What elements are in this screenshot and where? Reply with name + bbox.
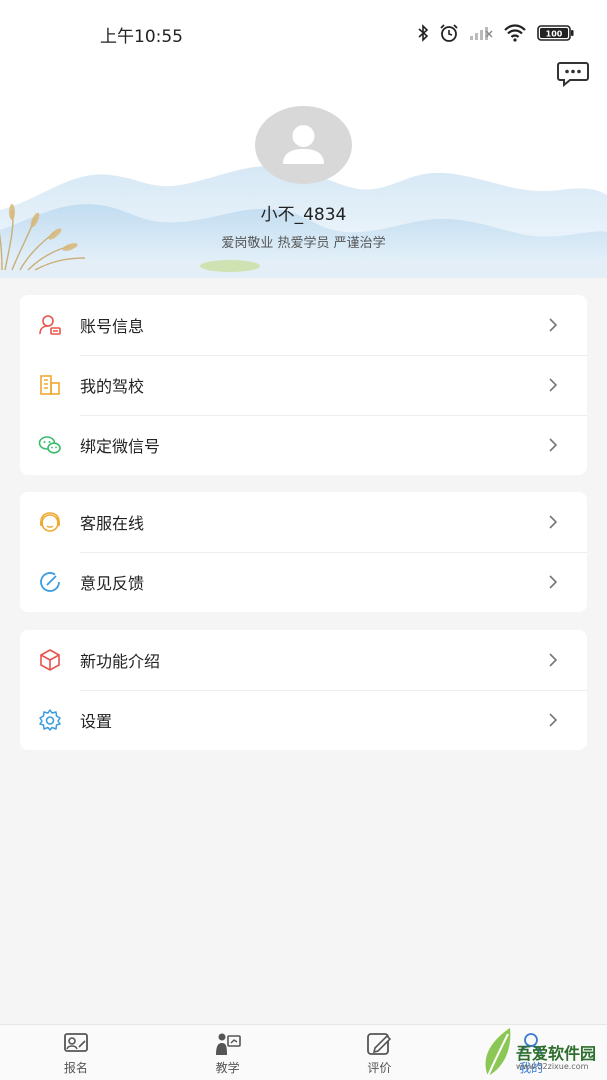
menu-label: 新功能介绍: [80, 652, 161, 671]
wechat-icon: [38, 433, 62, 457]
username: 小不_4834: [260, 205, 347, 225]
default-avatar-icon: [255, 106, 352, 184]
svg-text:100: 100: [546, 30, 563, 39]
chat-bubble-icon: [557, 62, 589, 88]
menu-label: 客服在线: [80, 514, 145, 533]
battery-icon: 100: [537, 24, 575, 42]
watermark-title: 吾爱软件园: [516, 1044, 597, 1063]
status-time: 上午10:55: [100, 27, 183, 47]
customer-service-icon: [38, 510, 62, 534]
signup-icon: [63, 1033, 88, 1052]
chevron-right-icon: [549, 318, 558, 332]
menu-item-account-info[interactable]: 账号信息: [20, 295, 587, 355]
account-menu-card: 账号信息 我的驾校 绑定微信号: [20, 295, 587, 475]
menu-item-customer-service[interactable]: 客服在线: [20, 492, 587, 552]
driving-school-icon: [38, 373, 62, 397]
alarm-icon: [439, 23, 459, 43]
chevron-right-icon: [549, 575, 558, 589]
chevron-right-icon: [549, 515, 558, 529]
app-menu-card: 新功能介绍 设置: [20, 630, 587, 750]
menu-item-my-driving-school[interactable]: 我的驾校: [20, 355, 587, 415]
menu-label: 设置: [80, 712, 113, 731]
chevron-right-icon: [549, 713, 558, 727]
bluetooth-icon: [417, 24, 429, 42]
menu-item-new-features[interactable]: 新功能介绍: [20, 630, 587, 690]
tab-review[interactable]: 评价: [304, 1025, 456, 1080]
watermark-leaf-logo: [485, 1028, 511, 1077]
menu-label: 我的驾校: [80, 377, 145, 396]
menu-label: 绑定微信号: [80, 437, 161, 456]
menu-label: 意见反馈: [80, 574, 145, 593]
watermark: 吾爱软件园 www.52zixue.com: [480, 1022, 607, 1080]
new-feature-icon: [38, 648, 62, 672]
review-icon: [367, 1033, 392, 1055]
message-button[interactable]: [556, 60, 590, 88]
teaching-icon: [215, 1033, 241, 1055]
wifi-icon: [503, 24, 527, 42]
tab-teaching[interactable]: 教学: [152, 1025, 304, 1080]
profile-motto: 爱岗敬业 热爱学员 严谨治学: [221, 236, 386, 251]
feedback-icon: [38, 570, 62, 594]
profile-header: 上午10:55 100 小不_4834 爱岗敬业 热爱学员 严谨治学: [0, 0, 607, 278]
chevron-right-icon: [549, 438, 558, 452]
menu-item-bind-wechat[interactable]: 绑定微信号: [20, 415, 587, 475]
menu-item-settings[interactable]: 设置: [20, 690, 587, 750]
tab-label: 评价: [367, 1061, 392, 1075]
avatar[interactable]: [255, 106, 352, 184]
watermark-url: www.52zixue.com: [516, 1062, 589, 1071]
tab-label: 报名: [63, 1061, 88, 1075]
status-icons: 100: [417, 22, 575, 44]
support-menu-card: 客服在线 意见反馈: [20, 492, 587, 612]
tab-label: 教学: [215, 1061, 240, 1075]
account-info-icon: [38, 313, 62, 337]
menu-item-feedback[interactable]: 意见反馈: [20, 552, 587, 612]
tab-signup[interactable]: 报名: [0, 1025, 152, 1080]
signal-icon: [469, 25, 493, 41]
menu-label: 账号信息: [80, 317, 145, 336]
status-bar: 上午10:55 100: [0, 0, 607, 66]
settings-icon: [38, 708, 62, 732]
chevron-right-icon: [549, 378, 558, 392]
chevron-right-icon: [549, 653, 558, 667]
